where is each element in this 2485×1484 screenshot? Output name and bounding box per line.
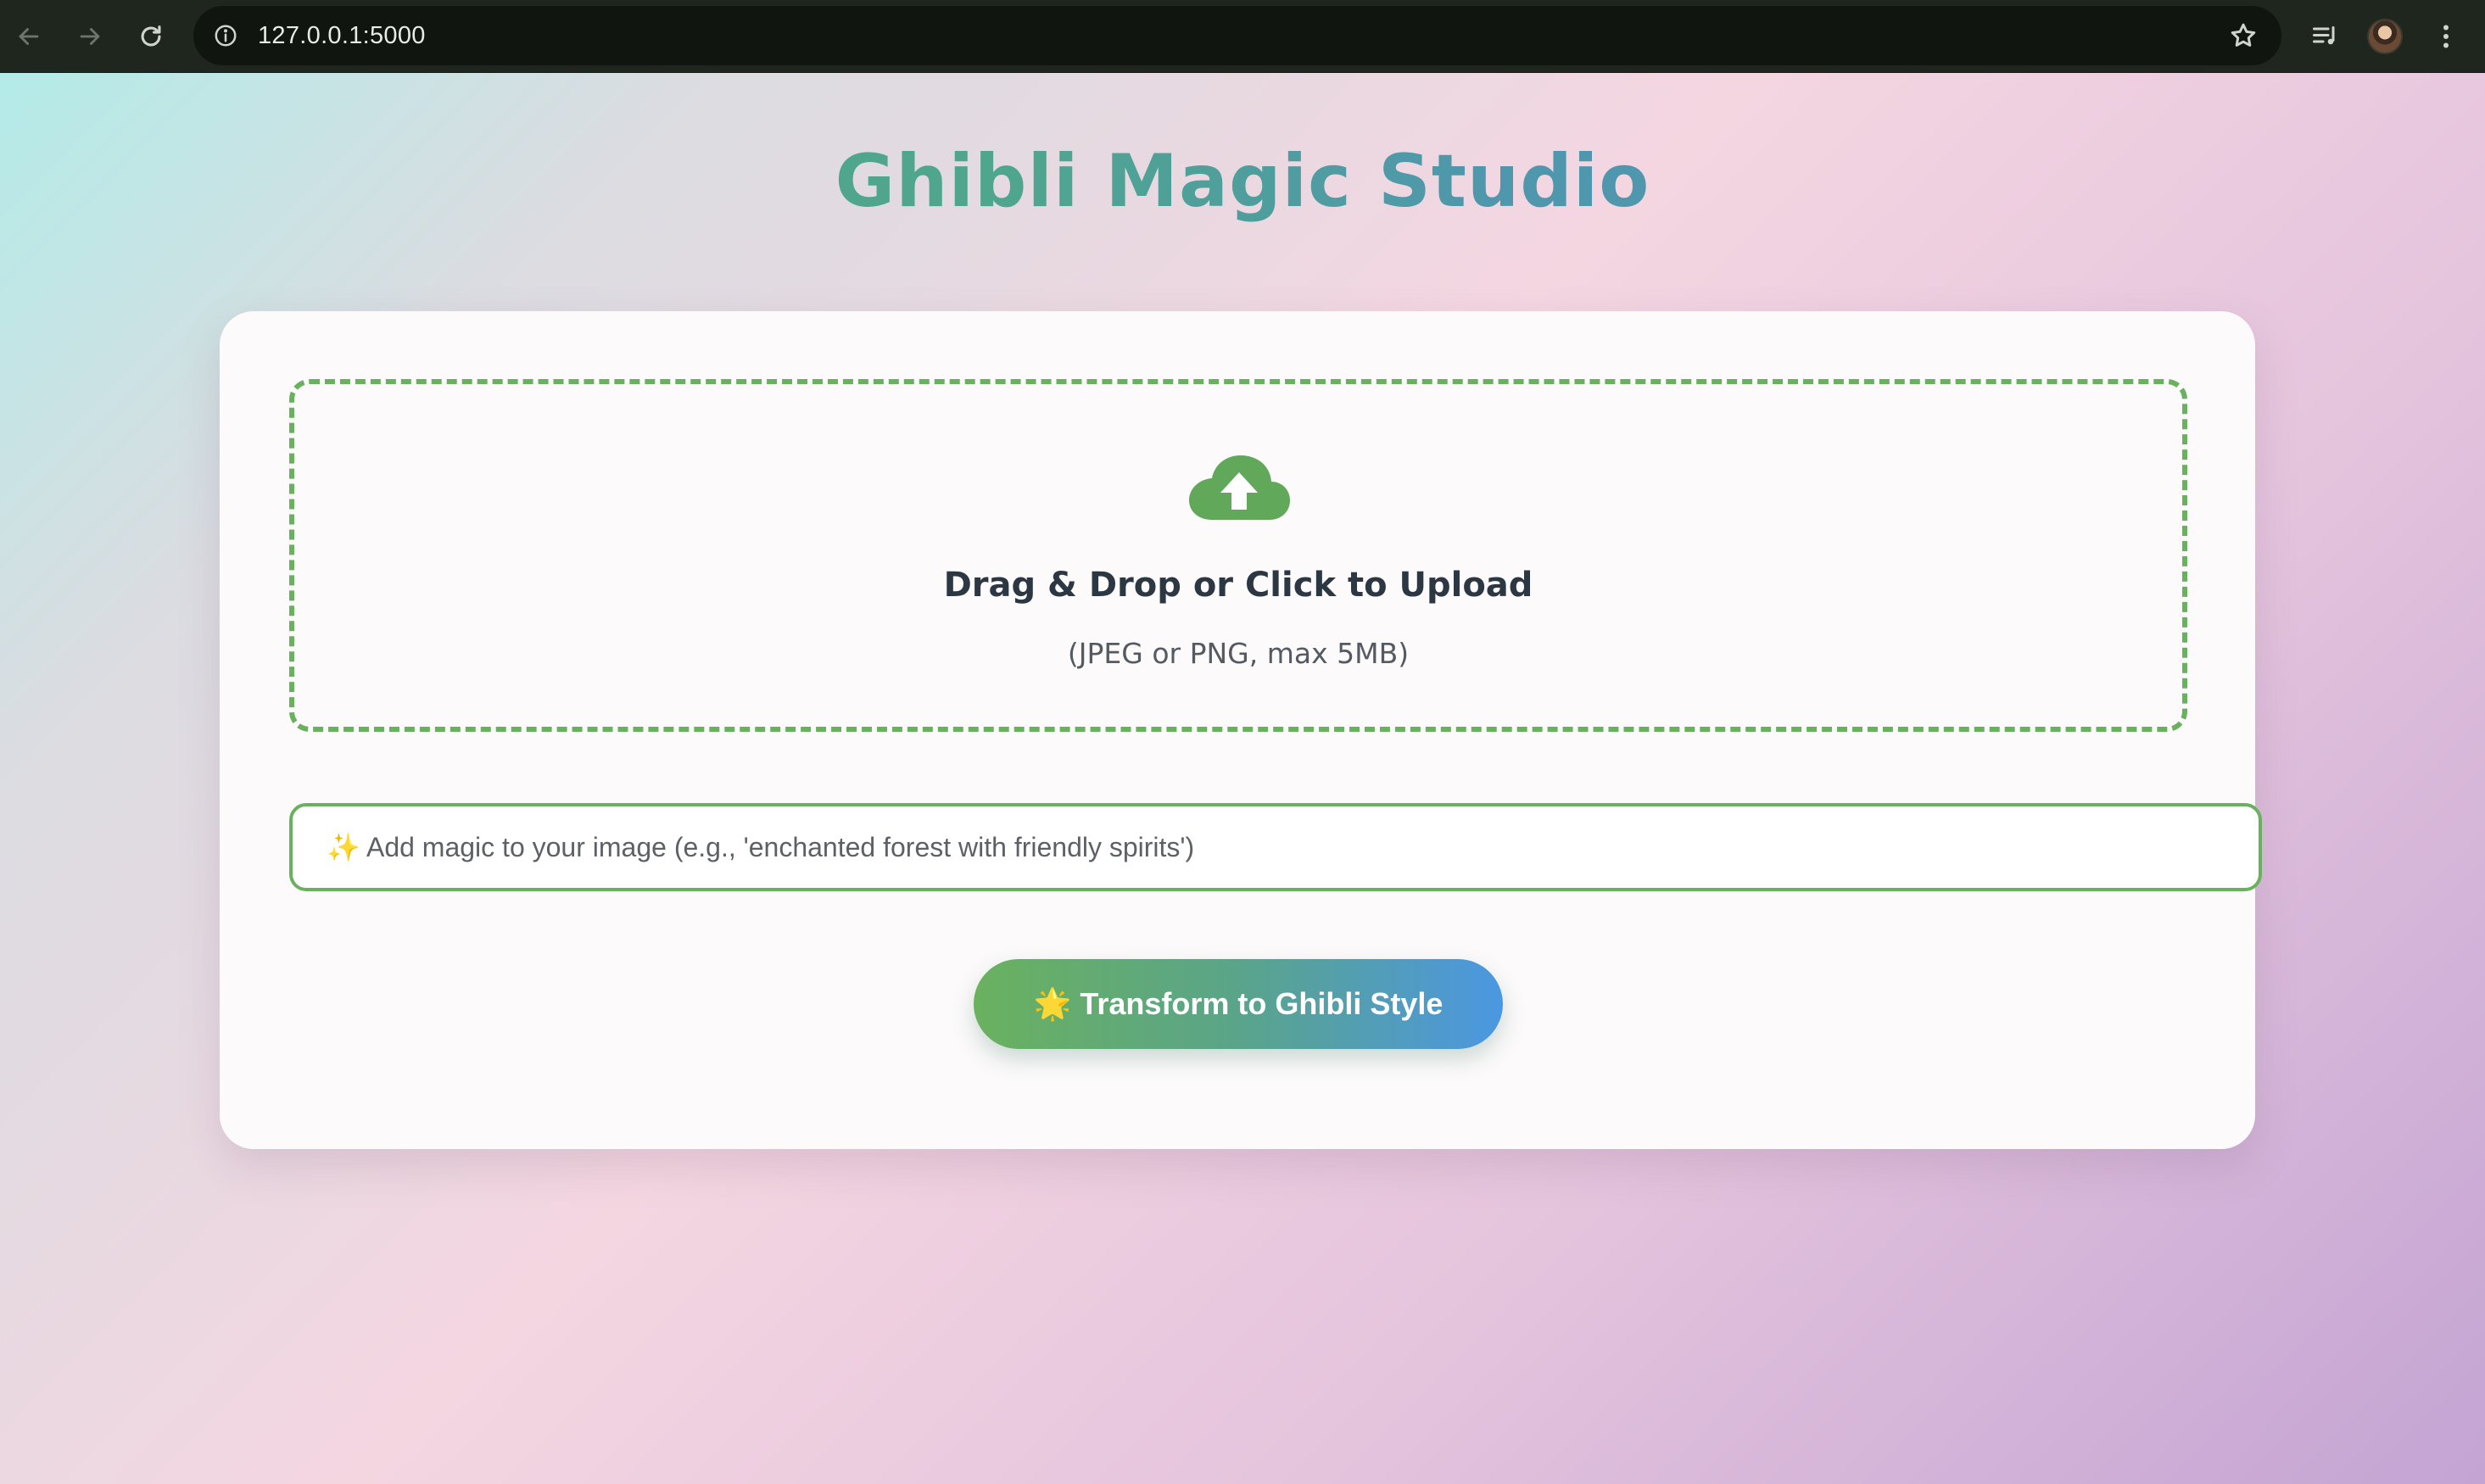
arrow-left-icon	[19, 28, 39, 45]
back-button[interactable]	[8, 16, 49, 57]
avatar	[2367, 19, 2403, 54]
url-text[interactable]: 127.0.0.1:5000	[258, 6, 426, 65]
upload-card: Drag & Drop or Click to Upload (JPEG or …	[220, 311, 2262, 1149]
media-controls-icon	[2313, 26, 2335, 45]
magic-prompt-input[interactable]	[289, 803, 2262, 891]
page-content: Ghibli Magic Studio Drag & Drop or Click…	[0, 73, 2485, 1484]
transform-button[interactable]: 🌟 Transform to Ghibli Style	[974, 959, 1503, 1049]
browser-toolbar: 127.0.0.1:5000	[0, 0, 2485, 73]
address-bar[interactable]: 127.0.0.1:5000	[193, 6, 2281, 65]
upload-dropzone[interactable]: Drag & Drop or Click to Upload (JPEG or …	[289, 379, 2187, 732]
reload-button[interactable]	[131, 16, 171, 57]
browser-menu-button[interactable]	[2424, 14, 2468, 59]
info-icon[interactable]	[212, 22, 239, 49]
upload-heading: Drag & Drop or Click to Upload	[943, 566, 1533, 605]
page-title: Ghibli Magic Studio	[0, 139, 2485, 224]
arrow-right-icon	[80, 28, 100, 45]
star-icon[interactable]	[2227, 20, 2259, 52]
kebab-menu-icon	[2443, 25, 2449, 48]
upload-file-hint: (JPEG or PNG, max 5MB)	[1067, 637, 1410, 670]
profile-button[interactable]	[2363, 14, 2407, 59]
cloud-upload-icon	[1187, 452, 1292, 523]
media-controls-button[interactable]	[2304, 14, 2348, 59]
forward-button[interactable]	[70, 16, 110, 57]
reload-icon	[141, 25, 161, 47]
